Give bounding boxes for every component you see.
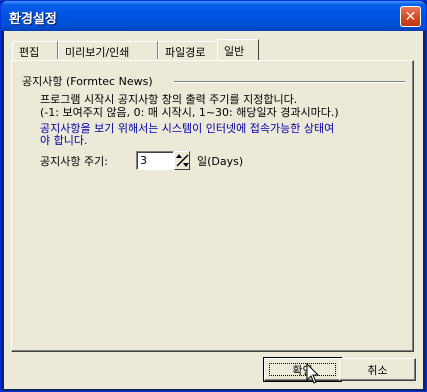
description-line-2: (-1: 보여주지 않음, 0: 매 시작시, 1~30: 해당일자 경과시마다…	[40, 106, 339, 119]
ok-button[interactable]: 확인	[263, 357, 342, 382]
notice-interval-spinner[interactable]	[174, 151, 190, 170]
group-label: 공지사항 (Formtec News)	[22, 75, 153, 88]
title-bar[interactable]: 환경설정 ✕	[1, 1, 426, 31]
close-icon: ✕	[404, 8, 417, 25]
tab-label: 편집	[19, 46, 40, 59]
tab-preview-print[interactable]: 미리보기/인쇄	[58, 41, 158, 59]
notice-interval-unit: 일(Days)	[197, 155, 244, 168]
dialog-body: 편집 미리보기/인쇄 파일경로 일반 공지사항 (Formtec News) 프…	[4, 31, 423, 389]
group-divider	[174, 81, 405, 83]
tab-label: 파일경로	[165, 46, 206, 59]
close-button[interactable]: ✕	[400, 6, 421, 27]
tab-file-path[interactable]: 파일경로	[158, 41, 218, 59]
description-line-1: 프로그램 시작시 공지사항 창의 출력 주기를 지정합니다.	[40, 93, 298, 106]
spin-arrows-icon	[176, 154, 189, 167]
note-line-2: 야 합니다.	[40, 134, 88, 147]
notice-interval-label: 공지사항 주기:	[40, 155, 108, 168]
window-title: 환경설정	[9, 12, 57, 27]
tab-general[interactable]: 일반	[217, 39, 259, 60]
notice-interval-input[interactable]: 3	[136, 151, 174, 170]
settings-dialog: 환경설정 ✕ 편집 미리보기/인쇄 파일경로 일반 공지사항 (Formtec …	[0, 0, 427, 392]
tab-label: 일반	[224, 45, 245, 58]
mouse-cursor-icon	[306, 363, 320, 384]
tab-edit[interactable]: 편집	[12, 41, 58, 59]
tab-label: 미리보기/인쇄	[65, 46, 130, 59]
focus-rectangle	[269, 363, 336, 376]
cancel-button[interactable]: 취소	[339, 358, 416, 381]
cancel-button-label: 취소	[367, 363, 388, 377]
